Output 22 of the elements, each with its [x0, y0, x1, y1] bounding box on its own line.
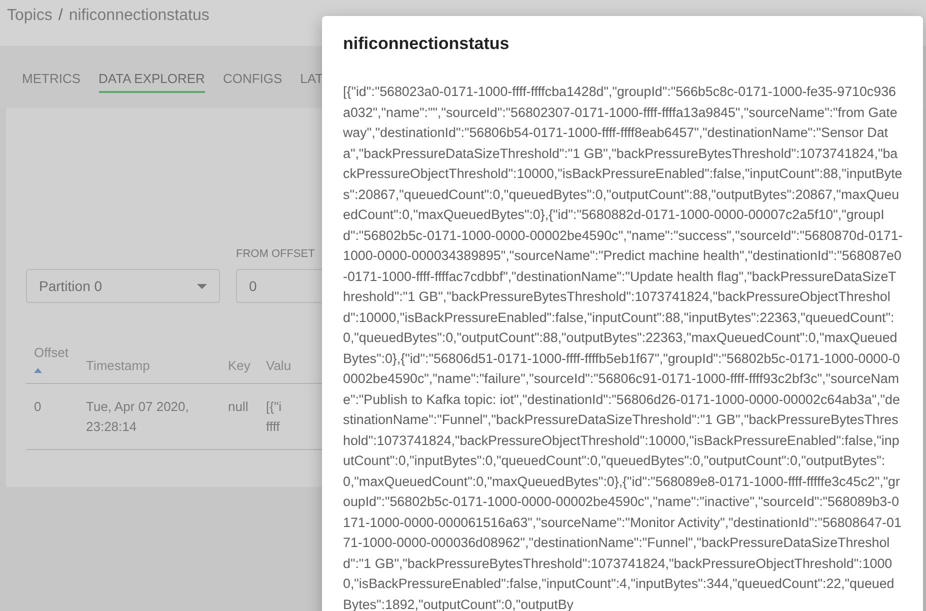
caret-icon	[197, 284, 207, 288]
column-header[interactable]: Offset	[34, 345, 86, 360]
table-cell: 0	[34, 399, 42, 414]
partition-dropdown[interactable]: Partition 0	[26, 269, 220, 303]
dialog-title: nificonnectionstatus	[343, 34, 510, 54]
table-cell: Tue, Apr 07 2020, 23:28:14	[86, 399, 189, 434]
table-cell: null	[228, 399, 248, 414]
breadcrumb-current: nificonnectionstatus	[68, 7, 210, 25]
column-header[interactable]: Timestamp	[86, 358, 216, 373]
sort-arrow-icon	[34, 368, 42, 373]
table-cell-text: [{"i	[266, 398, 282, 416]
tab[interactable]: METRICS	[22, 65, 80, 93]
field-label: FROM OFFSET	[236, 248, 316, 260]
breadcrumb-link[interactable]: Topics	[7, 7, 52, 25]
breadcrumb-separator: /	[58, 7, 63, 25]
column-header[interactable]: Key	[228, 358, 266, 373]
json-text: [{"id":"568023a0-0171-1000-ffff-ffffcba1428d","groupId":"566b5c8c-0171-1000-fe35-9710c936a032","name":"","sourceId":"56802307-0171-1000-ffff-ffffa13a9845","sourceName":"from Gateway","destinationId":"56806b54-0171-1000-ffff-ffff8eab6457","destinationName":"Sensor Data","backPressureDataSizeThreshold":"1 GB","backPressureBytesThreshold":1073741824,"backPressureObjectThreshold":10000,"isBackPressureEnabled":false,"inputCount":88,"inputBytes":20867,"queuedCount":0,"queuedBytes":0,"outputCount":88,"outputBytes":20867,"maxQueuedCount":0,"maxQueuedBytes":0},{"id":"5680882d-0171-1000-0000-00007c2a5f10","groupId":"56802b5c-0171-1000-0000-00002be4590c","name":"success","sourceId":"5680870d-0171-1000-0000-000034389895","sourceName":"Predict machine health","destinationId":"568087e0-0171-1000-ffff-ffffac7cdbbf","destinationName":"Update health flag","backPressureDataSizeThreshold":"1 GB","backPressureBytesThreshold":1073741824,"backPressureObjectThreshold":10000,"isBackPressureEnabled":false,"inputCount":88,"inputBytes":22363,"queuedCount":0,"queuedBytes":0,"outputCount":88,"outputBytes":22363,"maxQueuedCount":0,"maxQueuedBytes":0},{"id":"56806d51-0171-1000-ffff-ffffb5eb1f67","groupId":"56802b5c-0171-1000-0000-00002be4590c","name":"failure","sourceId":"56806c91-0171-1000-ffff-ffff93c2bf3c","sourceName":"Publish to Kafka topic: iot","destinationId":"56806d26-0171-1000-0000-00002c64ab3a","destinationName":"Funnel","backPressureDataSizeThreshold":"1 GB","backPressureBytesThreshold":1073741824,"backPressureObjectThreshold":10000,"isBackPressureEnabled":false,"inputCount":0,"inputBytes":0,"queuedCount":0,"queuedBytes":0,"outputCount":0,"outputBytes":0,"maxQueuedCount":0,"maxQueuedBytes":0},{"id":"568089e8-0171-1000-ffff-fffffe3c45c2","groupId":"56802b5c-0171-1000-0000-00002be4590c","name":"inactive","sourceId":"568089b3-0171-1000-0000-000061516a63","sourceName":"Monitor Activity","destinationId":"56808647-0171-1000-0000-000036d08962","destinationName":"Funnel","backPressureDataSizeThreshold":"1 GB","backPressureBytesThreshold":1073741824,"backPressureObjectThreshold":10000,"isBackPressureEnabled":false,"inputCount":4,"inputBytes":344,"queuedCount":22,"queuedBytes":1892,"outputCount":0,"outputBy	[343, 83, 903, 611]
tab[interactable]: CONFIGS	[222, 65, 282, 93]
tab[interactable]: LAT	[300, 65, 324, 93]
table-cell-text: ffff	[266, 418, 281, 436]
column-header[interactable]: Valu	[266, 358, 306, 373]
tab[interactable]: DATA EXPLORER	[98, 65, 205, 93]
